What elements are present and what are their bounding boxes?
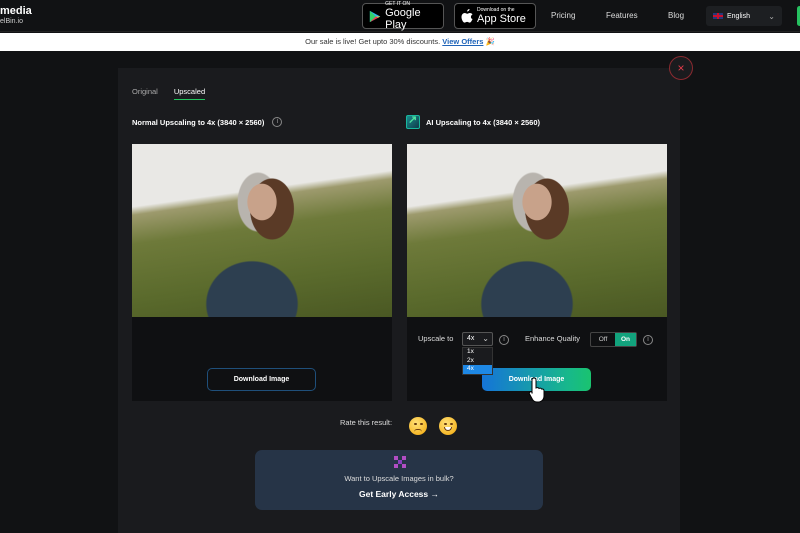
option-4x[interactable]: 4x (463, 365, 492, 374)
rate-label: Rate this result: (340, 418, 393, 427)
language-selector[interactable]: English ⌄ (706, 6, 782, 26)
tab-original[interactable]: Original (132, 87, 158, 100)
info-icon[interactable]: i (499, 335, 509, 345)
apple-icon (461, 9, 473, 23)
toggle-off[interactable]: Off (591, 333, 615, 346)
option-2x[interactable]: 2x (463, 357, 492, 366)
nav-pricing[interactable]: Pricing (551, 11, 575, 20)
google-play-button[interactable]: GET IT ON Google Play (362, 1, 444, 31)
ai-upscale-panel (407, 144, 667, 401)
promo-banner: Our sale is live! Get upto 30% discounts… (0, 33, 800, 51)
ai-upscaled-image (407, 144, 667, 317)
sad-face-icon[interactable] (409, 417, 427, 435)
option-1x[interactable]: 1x (463, 348, 492, 357)
app-store-button[interactable]: Download on the App Store (454, 3, 536, 29)
google-play-icon (369, 10, 381, 22)
view-offers-link[interactable]: View Offers (442, 37, 483, 46)
upscale-options: 1x 2x 4x (462, 347, 493, 375)
chevron-down-icon: ⌄ (768, 11, 775, 21)
happy-face-icon[interactable] (439, 417, 457, 435)
nav-features[interactable]: Features (606, 11, 638, 20)
normal-download-button[interactable]: Download Image (207, 368, 316, 391)
view-tabs: Original Upscaled (132, 87, 206, 100)
party-icon: 🎉 (485, 37, 495, 46)
get-early-access-link[interactable]: Get Early Access → (255, 489, 543, 499)
info-icon[interactable]: i (643, 335, 653, 345)
enhance-quality-label: Enhance Quality (525, 334, 581, 343)
ai-upscale-title: AI Upscaling to 4x (3840 × 2560) (406, 113, 540, 129)
enhance-quality-toggle[interactable]: Off On (590, 332, 637, 347)
pixel-grid-icon (394, 456, 406, 468)
info-icon[interactable]: i (272, 117, 283, 127)
tab-upscaled[interactable]: Upscaled (173, 87, 206, 100)
toggle-on[interactable]: On (615, 333, 636, 346)
ai-upscale-icon (406, 113, 420, 129)
normal-upscale-title: Normal Upscaling to 4x (3840 × 2560) i (132, 117, 283, 127)
nav-blog[interactable]: Blog (668, 11, 684, 20)
bulk-upscale-card: Want to Upscale Images in bulk? Get Earl… (255, 450, 543, 510)
top-navbar: media elBin.io GET IT ON Google Play Down… (0, 0, 800, 32)
logo[interactable]: media elBin.io (0, 5, 32, 26)
hand-cursor-icon (528, 377, 545, 403)
close-icon[interactable]: × (669, 56, 693, 80)
upscale-select[interactable]: 4x ⌄ (462, 332, 493, 346)
upscale-to-label: Upscale to (418, 334, 454, 343)
normal-upscaled-image (132, 144, 392, 317)
normal-upscale-panel (132, 144, 392, 401)
uk-flag-icon (713, 13, 723, 19)
chevron-down-icon: ⌄ (482, 334, 489, 343)
